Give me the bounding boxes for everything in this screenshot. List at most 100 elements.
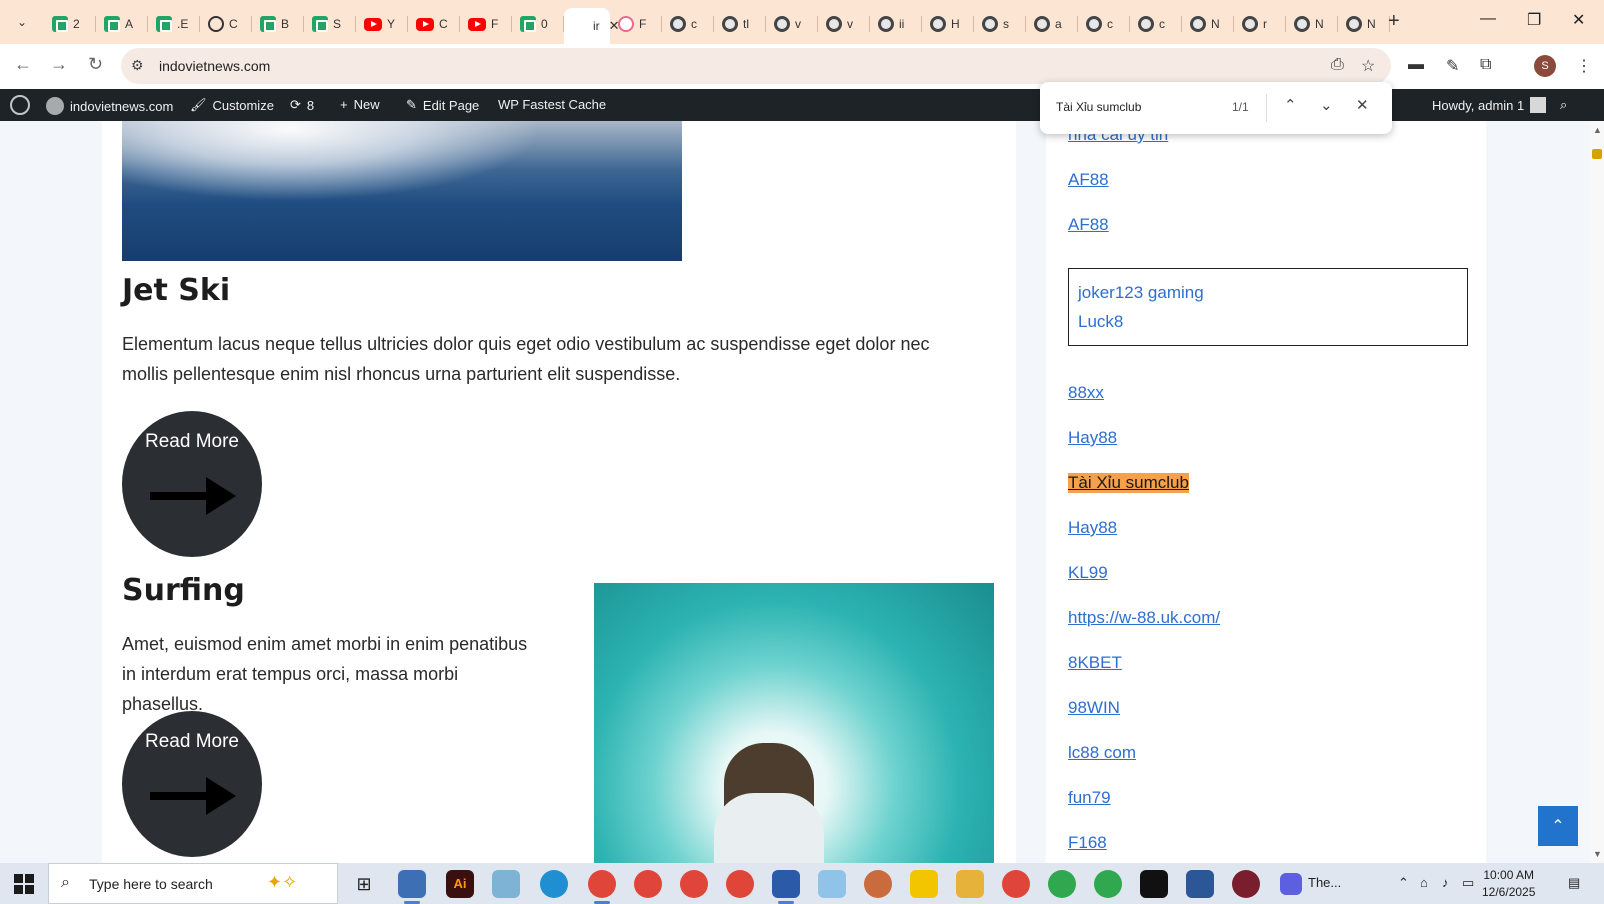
search-icon[interactable]: ⌕: [1560, 97, 1567, 113]
network-icon[interactable]: ⌂: [1420, 875, 1428, 890]
browser-tab[interactable]: C: [408, 8, 460, 40]
browser-tab[interactable]: ii: [870, 8, 922, 40]
zoom-window-label[interactable]: The...: [1308, 875, 1341, 890]
address-bar[interactable]: ⚙ indovietnews.com ⎙ ☆: [121, 48, 1391, 84]
forward-button[interactable]: →: [50, 54, 68, 75]
new-content-link[interactable]: + New: [340, 97, 380, 112]
site-name-link[interactable]: indovietnews.com: [46, 97, 173, 115]
back-button[interactable]: ←: [14, 54, 32, 75]
calculator-app-icon[interactable]: [398, 870, 426, 904]
reload-button[interactable]: ↻: [88, 54, 103, 75]
browser-tab[interactable]: C: [200, 8, 252, 40]
new-tab-button[interactable]: +: [1388, 10, 1400, 33]
chrome-profile-icon[interactable]: [726, 870, 754, 898]
palette-app-icon[interactable]: [864, 870, 892, 898]
address-text[interactable]: indovietnews.com: [159, 58, 270, 74]
profile-avatar[interactable]: S: [1534, 55, 1556, 77]
customize-link[interactable]: 🖌 Customize: [190, 97, 274, 113]
chrome-profile-icon[interactable]: [680, 870, 708, 898]
browser-tab[interactable]: ir ✕: [564, 8, 620, 44]
word-app-icon[interactable]: [1186, 870, 1214, 898]
taskbar-search[interactable]: ⌕ Type here to search ✦✧: [48, 863, 338, 904]
post-title[interactable]: Jet Ski: [122, 273, 230, 308]
sidebar-link[interactable]: fun79: [1068, 788, 1111, 808]
system-clock[interactable]: 10:00 AM 12/6/2025: [1482, 867, 1535, 901]
sidebar-link[interactable]: 88xx: [1068, 383, 1104, 403]
volume-icon[interactable]: ♪: [1442, 875, 1449, 890]
sidebar-link[interactable]: F168: [1068, 833, 1107, 853]
extension-media-icon[interactable]: ▬: [1408, 56, 1424, 74]
read-more-button[interactable]: Read More: [122, 411, 262, 557]
sidebar-link[interactable]: AF88: [1068, 215, 1109, 235]
sidebar-link[interactable]: KL99: [1068, 563, 1108, 583]
browser-tab[interactable]: v: [766, 8, 818, 40]
browser-tab[interactable]: c: [662, 8, 714, 40]
find-previous-button[interactable]: ⌃: [1284, 96, 1297, 114]
extension-pen-icon[interactable]: ✎: [1446, 56, 1459, 76]
notepad-app-icon[interactable]: [818, 870, 846, 898]
sidebar-link[interactable]: https://w-88.uk.com/: [1068, 608, 1220, 628]
start-button[interactable]: [14, 874, 34, 894]
chrome-profile-icon[interactable]: [1094, 870, 1122, 898]
tray-overflow-icon[interactable]: ⌃: [1398, 875, 1409, 891]
browser-tab[interactable]: s: [974, 8, 1026, 40]
news-app-icon[interactable]: [1232, 870, 1260, 898]
read-more-button[interactable]: Read More: [122, 711, 262, 857]
sidebar-link[interactable]: 8KBET: [1068, 653, 1122, 673]
utility-app-icon[interactable]: [772, 870, 800, 904]
browser-tab[interactable]: 0: [512, 8, 564, 40]
notifications-icon[interactable]: ▤: [1568, 875, 1580, 891]
edit-page-link[interactable]: ✎ Edit Page: [406, 97, 479, 113]
post-title[interactable]: Surfing: [122, 573, 245, 608]
updates-link[interactable]: ⟳ 8: [290, 97, 314, 113]
browser-tab[interactable]: A: [96, 8, 148, 40]
chrome-app-icon[interactable]: [588, 870, 616, 904]
find-input[interactable]: Tài Xỉu sumclub: [1056, 100, 1141, 114]
paint-app-icon[interactable]: [492, 870, 520, 898]
find-close-button[interactable]: ✕: [1356, 96, 1369, 114]
wordpress-logo-icon[interactable]: [10, 95, 30, 115]
minimize-button[interactable]: —: [1480, 10, 1496, 28]
scroll-down-arrow[interactable]: ▼: [1593, 849, 1602, 859]
zoom-app-icon[interactable]: [1280, 873, 1302, 895]
browser-tab[interactable]: v: [818, 8, 870, 40]
sticky-notes-icon[interactable]: [910, 870, 938, 898]
sidebar-link[interactable]: 98WIN: [1068, 698, 1120, 718]
extensions-puzzle-icon[interactable]: ⧉: [1480, 56, 1491, 74]
browser-tab[interactable]: 2: [44, 8, 96, 40]
browser-tab[interactable]: N: [1286, 8, 1338, 40]
browser-tab[interactable]: r: [1234, 8, 1286, 40]
browser-tab[interactable]: B: [252, 8, 304, 40]
edge-app-icon[interactable]: [540, 870, 568, 898]
chrome-profile-icon[interactable]: [634, 870, 662, 898]
browser-tab[interactable]: F: [460, 8, 512, 40]
howdy-account-link[interactable]: Howdy, admin 1: [1432, 97, 1547, 113]
restore-button[interactable]: ❐: [1527, 10, 1541, 30]
sidebar-link[interactable]: Hay88: [1068, 518, 1117, 538]
browser-tab[interactable]: H: [922, 8, 974, 40]
tab-search-menu-button[interactable]: ⌄: [8, 8, 36, 36]
browser-tab[interactable]: c: [1078, 8, 1130, 40]
find-in-page-icon[interactable]: ⎙: [1331, 56, 1344, 74]
browser-tab[interactable]: S: [304, 8, 356, 40]
sidebar-link[interactable]: Hay88: [1068, 428, 1117, 448]
site-info-icon[interactable]: ⚙: [131, 57, 144, 74]
back-to-top-button[interactable]: ⌃: [1538, 806, 1578, 846]
sidebar-link[interactable]: lc88 com: [1068, 743, 1136, 763]
browser-menu-icon[interactable]: ⋮: [1576, 56, 1592, 76]
browser-tab[interactable]: a: [1026, 8, 1078, 40]
chrome-profile-icon[interactable]: [1048, 870, 1076, 898]
browser-tab[interactable]: Y: [356, 8, 408, 40]
find-next-button[interactable]: ⌄: [1320, 96, 1333, 114]
browser-tab[interactable]: tl: [714, 8, 766, 40]
file-explorer-icon[interactable]: [956, 870, 984, 898]
task-view-icon[interactable]: ⊞: [350, 870, 378, 898]
sidebar-link[interactable]: AF88: [1068, 170, 1109, 190]
bookmark-star-icon[interactable]: ☆: [1361, 56, 1375, 76]
browser-tab[interactable]: N: [1182, 8, 1234, 40]
browser-tab[interactable]: .E: [148, 8, 200, 40]
sidebar-box-link[interactable]: Luck8: [1078, 312, 1123, 332]
browser-tab[interactable]: F: [610, 8, 662, 40]
illustrator-app-icon[interactable]: Ai: [446, 870, 474, 898]
sidebar-link-highlighted[interactable]: Tài Xỉu sumclub: [1068, 473, 1189, 493]
